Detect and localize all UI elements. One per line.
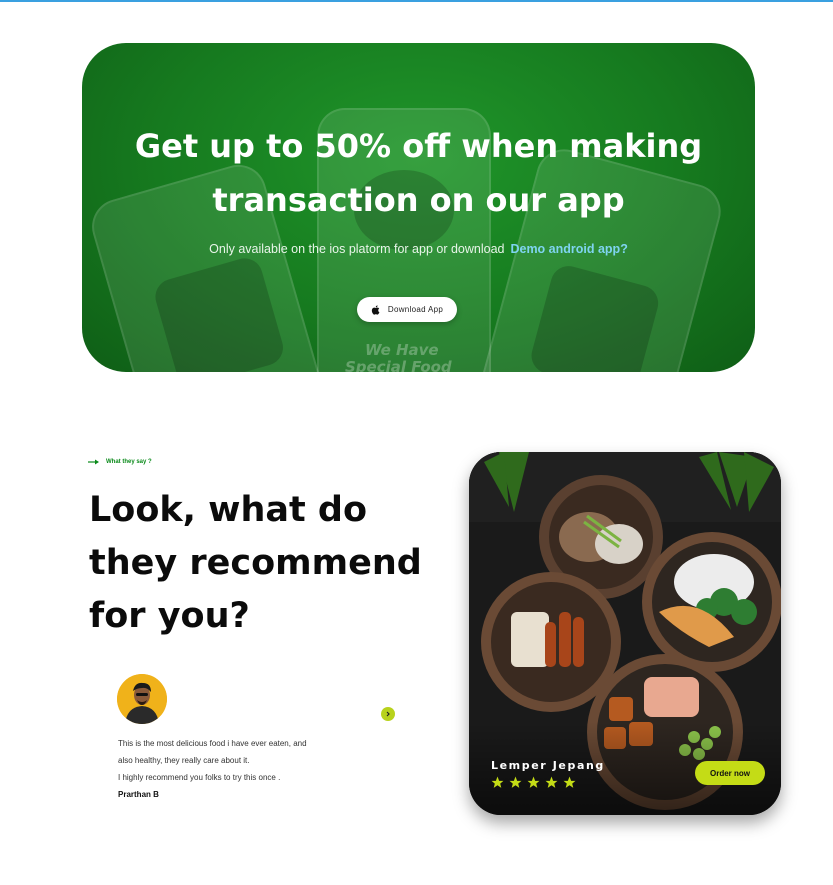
star-icon [527,776,540,788]
apple-icon [371,304,380,315]
person-icon [117,674,167,724]
testimonial-author: Prarthan B [118,790,159,799]
testimonial-quote: This is the most delicious food i have e… [118,735,378,786]
star-icon [509,776,522,788]
heading-line-1: Look, what do [89,490,368,530]
next-testimonial-button[interactable] [381,707,395,721]
section-heading: Look, what do they recommend for you? [89,484,449,643]
promo-title-line1: Get up to 50% off when making [134,127,703,165]
food-card-title: Lemper Jepang [491,759,605,772]
top-border [0,0,833,2]
heading-line-2: they recommend [89,543,422,583]
download-app-button[interactable]: Download App [357,297,457,322]
quote-line-1: This is the most delicious food i have e… [118,739,307,748]
ghost-text-1: We Have [365,341,439,359]
promo-subtitle-text: Only available on the ios platorm for ap… [209,242,505,256]
food-card: Lemper Jepang Order now [469,452,781,815]
arrow-right-icon [88,459,99,465]
rating-stars [491,776,576,789]
section-tag-label: What they say ? [106,459,152,465]
chevron-right-icon [386,711,390,717]
star-icon [491,776,504,788]
promo-title: Get up to 50% off when making transactio… [82,119,755,227]
ghost-text-2: Special Food [345,358,452,372]
star-icon [563,776,576,788]
android-app-link[interactable]: Demo android app? [510,242,627,256]
promo-banner: We Have Special Food Get up to 50% off w… [82,43,755,372]
promo-title-line2: transaction on our app [212,181,625,219]
heading-line-3: for you? [89,596,250,636]
order-now-button[interactable]: Order now [695,761,765,785]
reviewer-avatar [117,674,167,724]
quote-line-2: also healthy, they really care about it. [118,756,250,765]
promo-subtitle: Only available on the ios platorm for ap… [82,242,755,256]
star-icon [545,776,558,788]
download-app-label: Download App [387,305,444,314]
section-tag: What they say ? [88,459,152,465]
quote-line-3: I highly recommend you folks to try this… [118,773,281,782]
